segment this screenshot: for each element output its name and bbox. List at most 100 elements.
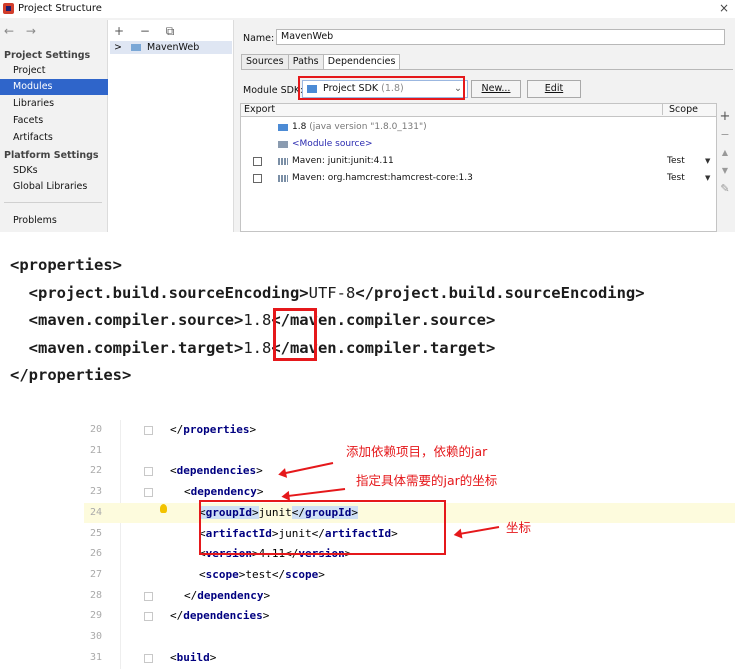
line-number: 26	[90, 548, 103, 560]
line-number: 21	[90, 444, 103, 456]
project-structure-dialog: Project Structure × ← → Project Settings…	[0, 0, 735, 232]
table-row[interactable]: Maven: junit:junit:4.11 Test ▼	[241, 153, 716, 169]
table-side-toolbar: + − ▲ ▼ ✎	[718, 108, 732, 198]
properties-open-tag: <properties>	[10, 256, 122, 274]
module-tabs: Sources Paths Dependencies	[241, 54, 401, 70]
edit-sdk-button[interactable]: Edit	[527, 80, 581, 98]
tab-sources[interactable]: Sources	[241, 54, 289, 70]
fold-marker-icon[interactable]	[144, 653, 153, 663]
nav-item-problems[interactable]: Problems	[0, 213, 108, 229]
expand-chevron-icon[interactable]: >	[114, 42, 122, 53]
table-row[interactable]: 1.8 (java version "1.8.0_131")	[241, 119, 716, 135]
sdk-highlight-box	[298, 76, 465, 100]
properties-xml-snippet: <properties> <project.build.sourceEncodi…	[10, 252, 645, 390]
project-settings-header: Project Settings	[4, 50, 91, 61]
scope-dropdown-icon[interactable]: ▼	[705, 170, 710, 186]
export-column-header[interactable]: Export	[244, 104, 275, 115]
fold-marker-icon[interactable]	[144, 612, 153, 622]
annotation-coordinates-hint: 指定具体需要的jar的坐标	[356, 473, 498, 488]
export-checkbox[interactable]	[253, 157, 262, 166]
move-up-icon[interactable]: ▲	[718, 144, 732, 162]
nav-item-modules[interactable]: Modules	[0, 79, 108, 95]
scope-value[interactable]: Test	[667, 170, 685, 186]
scope-dropdown-icon[interactable]: ▼	[705, 153, 710, 169]
nav-item-global-libraries[interactable]: Global Libraries	[0, 179, 108, 195]
add-icon[interactable]: +	[718, 108, 732, 126]
settings-nav: ← → Project Settings Project Modules Lib…	[0, 20, 108, 232]
code-text: </dependencies>	[170, 609, 270, 623]
nav-item-artifacts[interactable]: Artifacts	[0, 130, 108, 146]
dependencies-table: Export Scope 1.8 (java version "1.8.0_13…	[240, 103, 717, 232]
nav-divider	[4, 202, 102, 203]
maven-library-icon	[278, 175, 288, 182]
code-text: </dependency>	[184, 588, 271, 602]
nav-back-forward-icons[interactable]: ← →	[4, 24, 40, 38]
maven-library-icon	[278, 158, 288, 165]
title-bar: Project Structure ×	[0, 0, 735, 18]
code-line: 30	[84, 627, 735, 648]
module-source-icon	[278, 141, 288, 148]
line-number: 22	[90, 465, 103, 477]
java-version-highlight-box	[273, 308, 317, 361]
line-number: 20	[90, 424, 103, 435]
code-line: 29 </dependencies>	[84, 606, 735, 627]
source-encoding-close-tag: </project.build.sourceEncoding>	[355, 283, 645, 302]
line-number: 29	[90, 610, 103, 622]
line-number: 30	[90, 631, 103, 642]
code-text: </properties>	[170, 423, 257, 436]
name-label: Name:	[243, 33, 275, 44]
platform-settings-header: Platform Settings	[4, 150, 99, 161]
scope-value[interactable]: Test	[667, 153, 685, 169]
move-down-icon[interactable]: ▼	[718, 162, 732, 180]
compiler-target-open-tag: <maven.compiler.target>	[28, 338, 244, 357]
scope-column-header[interactable]: Scope	[662, 104, 716, 115]
source-encoding-value: UTF-8	[308, 283, 356, 302]
source-encoding-open-tag: <project.build.sourceEncoding>	[28, 283, 309, 302]
annotation-add-dependency: 添加依赖项目，依赖的jar	[346, 444, 488, 459]
fold-marker-icon[interactable]	[144, 467, 153, 477]
nav-item-facets[interactable]: Facets	[0, 113, 108, 129]
tab-paths[interactable]: Paths	[287, 54, 324, 70]
edit-pencil-icon[interactable]: ✎	[718, 180, 732, 198]
dependency-name: Maven: org.hamcrest:hamcrest-core:1.3	[292, 173, 473, 183]
row-label: 1.8 (java version "1.8.0_131")	[292, 119, 427, 135]
line-number: 28	[90, 589, 103, 601]
line-number: 25	[90, 527, 103, 539]
module-name-field[interactable]: MavenWeb	[276, 29, 725, 45]
module-folder-icon	[131, 44, 141, 51]
line-number: 23	[90, 486, 103, 498]
tabs-divider	[241, 69, 733, 70]
code-line: 27 <scope>test</scope>	[84, 565, 735, 586]
fold-marker-icon[interactable]	[144, 488, 153, 498]
tab-dependencies[interactable]: Dependencies	[322, 54, 401, 70]
nav-item-libraries[interactable]: Libraries	[0, 96, 108, 112]
compiler-target-value: 1.8	[243, 338, 272, 357]
fold-marker-icon[interactable]	[144, 591, 153, 601]
nav-item-project[interactable]: Project	[0, 63, 108, 79]
window-title: Project Structure	[18, 3, 102, 14]
table-row[interactable]: Maven: org.hamcrest:hamcrest-core:1.3 Te…	[241, 170, 716, 186]
remove-icon[interactable]: −	[718, 126, 732, 144]
lightbulb-icon[interactable]	[160, 504, 167, 513]
module-list-pane: + − ⧉ > MavenWeb	[108, 20, 234, 232]
code-text: <build>	[170, 650, 217, 664]
module-sdk-label: Module SDK:	[243, 85, 304, 96]
new-sdk-button[interactable]: New...	[471, 80, 521, 98]
module-source-label: <Module source>	[292, 139, 373, 149]
jdk-version: 1.8	[292, 122, 307, 132]
table-row[interactable]: <Module source>	[241, 136, 716, 152]
fold-marker-icon[interactable]	[144, 426, 153, 435]
close-button[interactable]: ×	[719, 1, 729, 15]
jdk-icon	[278, 124, 288, 131]
coordinates-highlight-box	[199, 500, 446, 555]
line-number: 31	[90, 651, 103, 663]
line-number: 27	[90, 568, 103, 580]
module-tree-item[interactable]: > MavenWeb	[110, 41, 232, 54]
nav-item-sdks[interactable]: SDKs	[0, 163, 108, 179]
module-settings-pane: Name: MavenWeb Sources Paths Dependencie…	[234, 20, 735, 232]
export-checkbox[interactable]	[253, 174, 262, 183]
module-toolbar[interactable]: + − ⧉	[114, 24, 180, 39]
compiler-source-value: 1.8	[243, 311, 272, 329]
module-name: MavenWeb	[147, 42, 200, 53]
intellij-app-icon	[3, 3, 14, 14]
